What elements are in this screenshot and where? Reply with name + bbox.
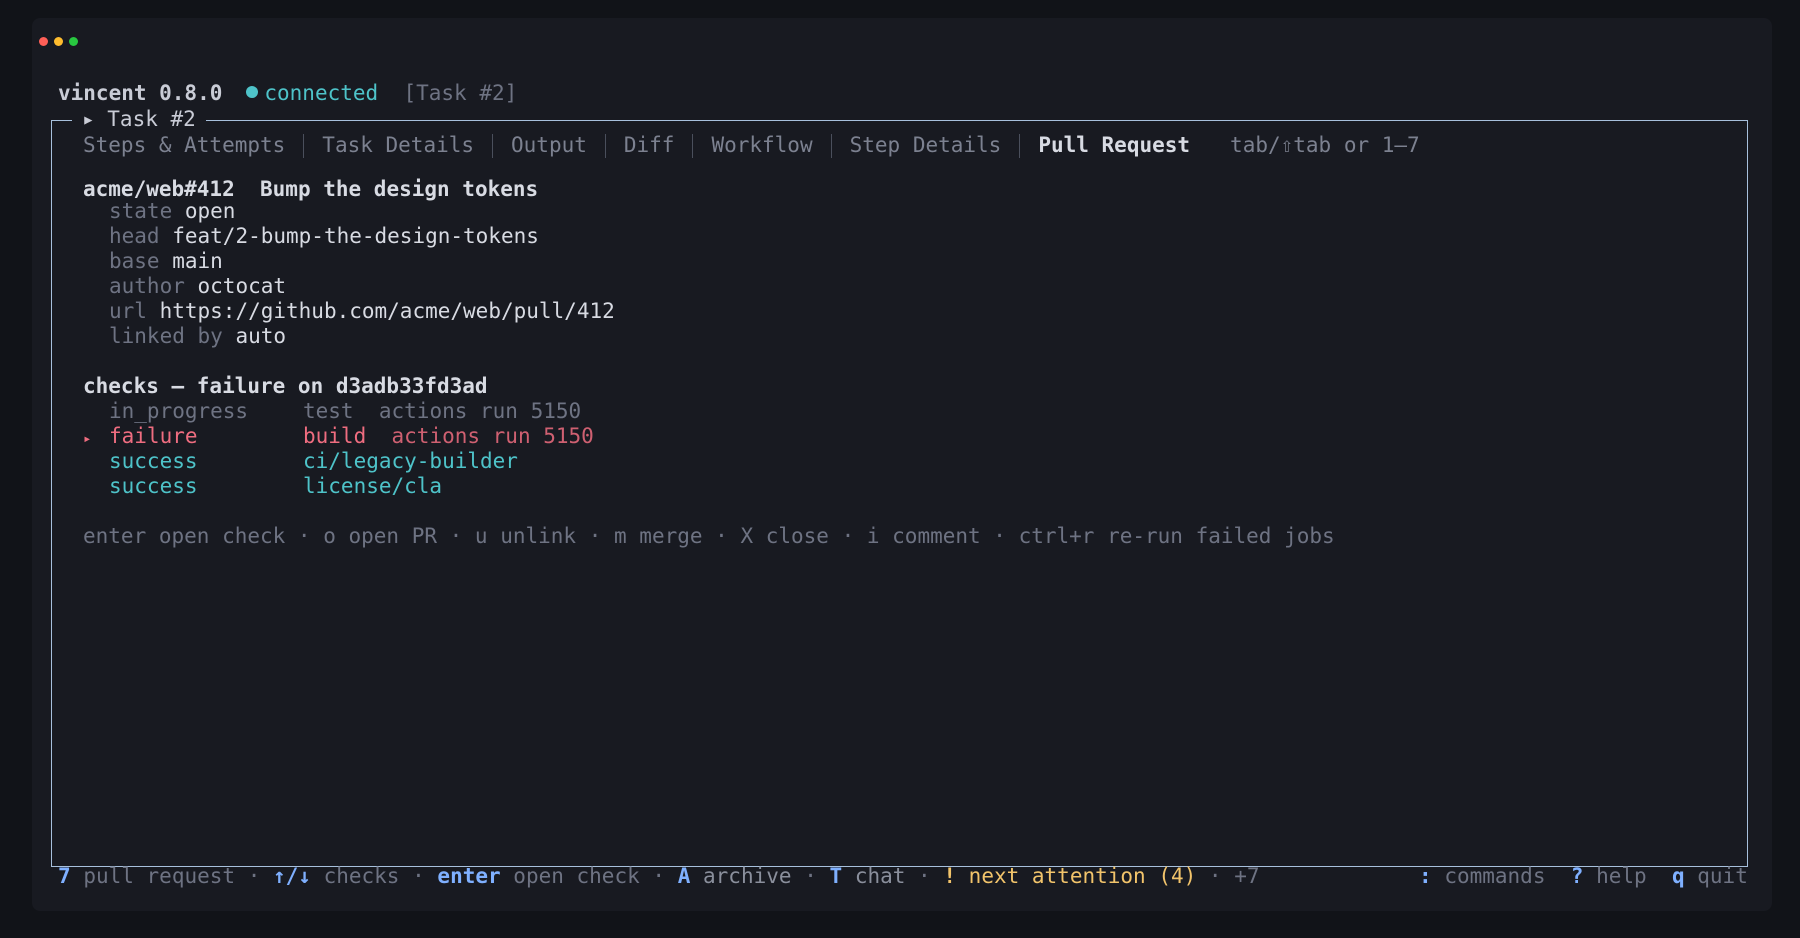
tab-navigation-hint: tab/⇧tab or 1–7 bbox=[1230, 133, 1420, 157]
tab-task-details[interactable]: Task Details bbox=[322, 133, 474, 158]
tab-pull-request[interactable]: Pull Request bbox=[1038, 133, 1190, 158]
tab-divider bbox=[303, 133, 305, 158]
key-next-attention[interactable]: ! bbox=[943, 864, 956, 888]
checks-heading: checks — failure on d3adb33fd3ad bbox=[83, 374, 488, 398]
tab-workflow[interactable]: Workflow bbox=[711, 133, 812, 158]
close-window-button[interactable] bbox=[39, 37, 48, 46]
key-chat[interactable]: T bbox=[830, 864, 843, 888]
tab-divider bbox=[830, 133, 832, 158]
tab-divider bbox=[492, 133, 494, 158]
pr-field-author: author octocat bbox=[109, 274, 287, 298]
connection-status-dot-icon bbox=[246, 86, 259, 98]
pr-title: Bump the design tokens bbox=[260, 177, 539, 201]
pr-field-state: state open bbox=[109, 199, 236, 223]
app-name: vincent 0.8.0 bbox=[58, 81, 223, 105]
key-quit[interactable]: q bbox=[1672, 864, 1685, 888]
tab-diff[interactable]: Diff bbox=[624, 133, 675, 158]
tab-divider bbox=[1019, 133, 1021, 158]
tab-divider bbox=[604, 133, 606, 158]
key-arrows[interactable]: ↑/↓ bbox=[273, 864, 311, 888]
zoom-window-button[interactable] bbox=[69, 37, 78, 46]
pr-field-linked-by: linked by auto bbox=[109, 324, 287, 348]
check-row[interactable]: in_progress test actions run 5150 bbox=[83, 399, 581, 424]
connection-status: connected bbox=[264, 81, 379, 105]
check-row[interactable]: success ci/legacy-builder bbox=[83, 449, 518, 474]
terminal-window: vincent 0.8.0 connected [Task #2] ▸ Task … bbox=[32, 18, 1772, 911]
pr-field-url: url https://github.com/acme/web/pull/412 bbox=[109, 299, 615, 323]
more-keys-count[interactable]: +7 bbox=[1234, 864, 1259, 888]
panel-title: ▸ Task #2 bbox=[72, 107, 206, 132]
check-row[interactable]: success license/cla bbox=[83, 474, 442, 499]
action-hints: enter open check · o open PR · u unlink … bbox=[83, 524, 1335, 548]
tab-output[interactable]: Output bbox=[511, 133, 587, 158]
current-task-ref: [Task #2] bbox=[403, 81, 518, 105]
key-help[interactable]: ? bbox=[1571, 864, 1584, 888]
pr-field-head: head feat/2-bump-the-design-tokens bbox=[109, 224, 539, 248]
tab-bar: Steps & Attempts Task Details Output Dif… bbox=[83, 133, 1420, 158]
tab-divider bbox=[692, 133, 694, 158]
pr-url-link[interactable]: https://github.com/acme/web/pull/412 bbox=[160, 299, 615, 323]
check-row-selected[interactable]: ▸ failure build actions run 5150 bbox=[83, 424, 594, 452]
tab-step-details[interactable]: Step Details bbox=[850, 133, 1002, 158]
key-enter[interactable]: enter bbox=[437, 864, 500, 888]
keybinding-bar-right: : commands ? help q quit bbox=[1419, 864, 1748, 888]
pr-ref: acme/web#412 bbox=[83, 177, 235, 201]
app-header: vincent 0.8.0 connected [Task #2] bbox=[58, 81, 517, 106]
pr-field-base: base main bbox=[109, 249, 223, 273]
key-7[interactable]: 7 bbox=[58, 864, 71, 888]
window-controls bbox=[39, 37, 78, 46]
minimize-window-button[interactable] bbox=[54, 37, 63, 46]
tab-steps-attempts[interactable]: Steps & Attempts bbox=[83, 133, 285, 158]
keybinding-bar: 7 pull request · ↑/↓ checks · enter open… bbox=[58, 864, 1260, 888]
key-archive[interactable]: A bbox=[678, 864, 691, 888]
key-commands[interactable]: : bbox=[1419, 864, 1432, 888]
